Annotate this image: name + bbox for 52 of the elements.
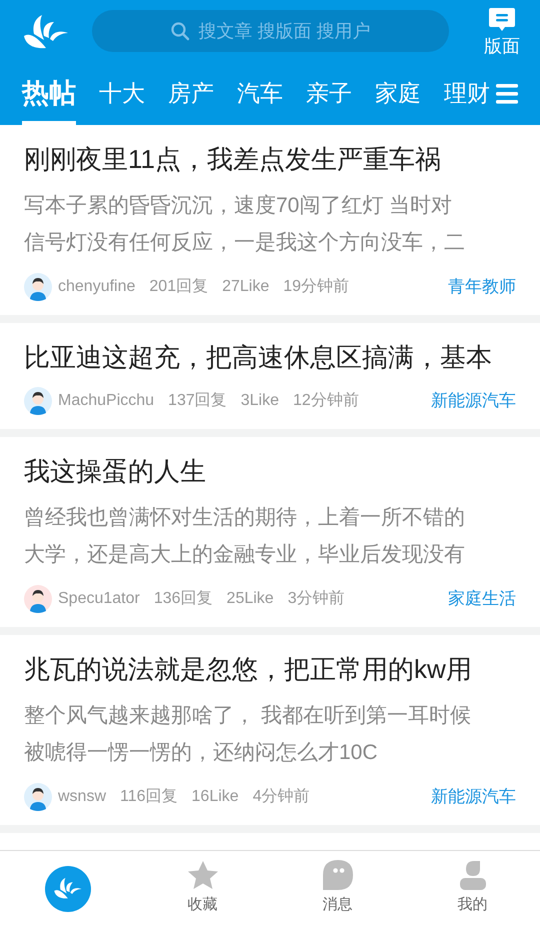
category-tab[interactable]: 汽车 [237, 62, 283, 125]
board-link[interactable]: 新能源汽车 [431, 784, 516, 810]
post-card[interactable]: 刚刚夜里11点，我差点发生严重车祸 写本子累的昏昏沉沉，速度70闯了红灯 当时对 信号灯没有任何反应，一是我这个方向没车，二 chenyufine 201回复 27Like 19分钟前 青年教师 [0, 125, 540, 315]
post-time: 12分钟前 [293, 391, 359, 411]
menu-icon[interactable] [496, 84, 518, 104]
post-excerpt: 大学，还是高大上的金融专业，毕业后发现没有 [24, 542, 466, 568]
post-title: 比亚迪这超充，把高速休息区搞满，基本 [24, 341, 493, 374]
category-tab[interactable]: 房产 [168, 62, 214, 125]
board-icon [488, 7, 516, 33]
post-title: 刚刚夜里11点，我差点发生严重车祸 [24, 143, 442, 176]
board-link[interactable]: 新能源汽车 [431, 388, 516, 414]
search-field[interactable]: 搜文章 搜版面 搜用户 [92, 10, 449, 52]
author-name[interactable]: MachuPicchu [58, 389, 154, 413]
author-name[interactable]: chenyufine [58, 275, 136, 299]
category-tab[interactable]: 亲子 [306, 62, 352, 125]
category-tab[interactable]: 家庭 [375, 62, 421, 125]
post-time: 3分钟前 [288, 589, 345, 609]
category-tab[interactable]: 十大 [99, 62, 145, 125]
category-tab[interactable]: 理财 [444, 62, 490, 125]
nav-tab[interactable]: 消息 [270, 851, 405, 926]
post-excerpt: 写本子累的昏昏沉沉，速度70闯了红灯 当时对 [24, 193, 454, 219]
boards-button[interactable]: 版面 [484, 7, 520, 55]
board-link[interactable]: 青年教师 [448, 274, 516, 300]
nav-tab[interactable]: 我的 [405, 851, 540, 926]
author-name[interactable]: Specu1ator [58, 587, 140, 611]
post-card[interactable]: 比亚迪这超充，把高速休息区搞满，基本 MachuPicchu 137回复 3Like 12分钟前 新能源汽车 [0, 323, 540, 429]
post-excerpt: 曾经我也曾满怀对生活的期待，上着一所不错的 [24, 505, 466, 531]
logo-icon [44, 866, 90, 912]
post-excerpt: 信号灯没有任何反应，一是我这个方向没车，二 [24, 230, 466, 256]
reply-count: 136回复 [154, 589, 213, 609]
author-name[interactable]: wsnsw [58, 785, 106, 809]
reply-count: 116回复 [120, 787, 178, 807]
post-excerpt: 整个风气越来越那啥了， 我都在听到第一耳时候 [24, 703, 472, 729]
post-card[interactable]: 我这操蛋的人生 曾经我也曾满怀对生活的期待，上着一所不错的 大学，还是高大上的金融专业，毕业后发现没有 Specu1ator 136回复 25Like 3分钟前 家庭生活 [0, 437, 540, 627]
post-title: 我这操蛋的人生 [24, 455, 207, 488]
post-time: 4分钟前 [252, 787, 310, 807]
chat-bubble-icon [322, 860, 352, 890]
reply-count: 201回复 [149, 277, 208, 297]
reply-count: 137回复 [168, 391, 227, 411]
nav-tab[interactable]: 收藏 [135, 851, 270, 926]
like-count: 16Like [192, 787, 239, 807]
post-time: 19分钟前 [283, 277, 350, 297]
post-excerpt: 被唬得一愣一愣的，还纳闷怎么才10C [24, 740, 379, 766]
like-count: 3Like [240, 391, 279, 411]
search-icon [170, 21, 190, 41]
like-count: 25Like [226, 589, 274, 609]
star-icon [186, 860, 218, 890]
board-link[interactable]: 家庭生活 [448, 586, 516, 612]
person-icon [460, 860, 486, 890]
post-card[interactable]: 兆瓦的说法就是忽悠，把正常用的kw用 整个风气越来越那啥了， 我都在听到第一耳时候 被唬得一愣一愣的，还纳闷怎么才10C wsnsw 116回复 16Like 4分钟前 新能源汽车 [0, 635, 540, 825]
post-title: 兆瓦的说法就是忽悠，把正常用的kw用 [24, 653, 473, 686]
like-count: 27Like [222, 277, 270, 297]
